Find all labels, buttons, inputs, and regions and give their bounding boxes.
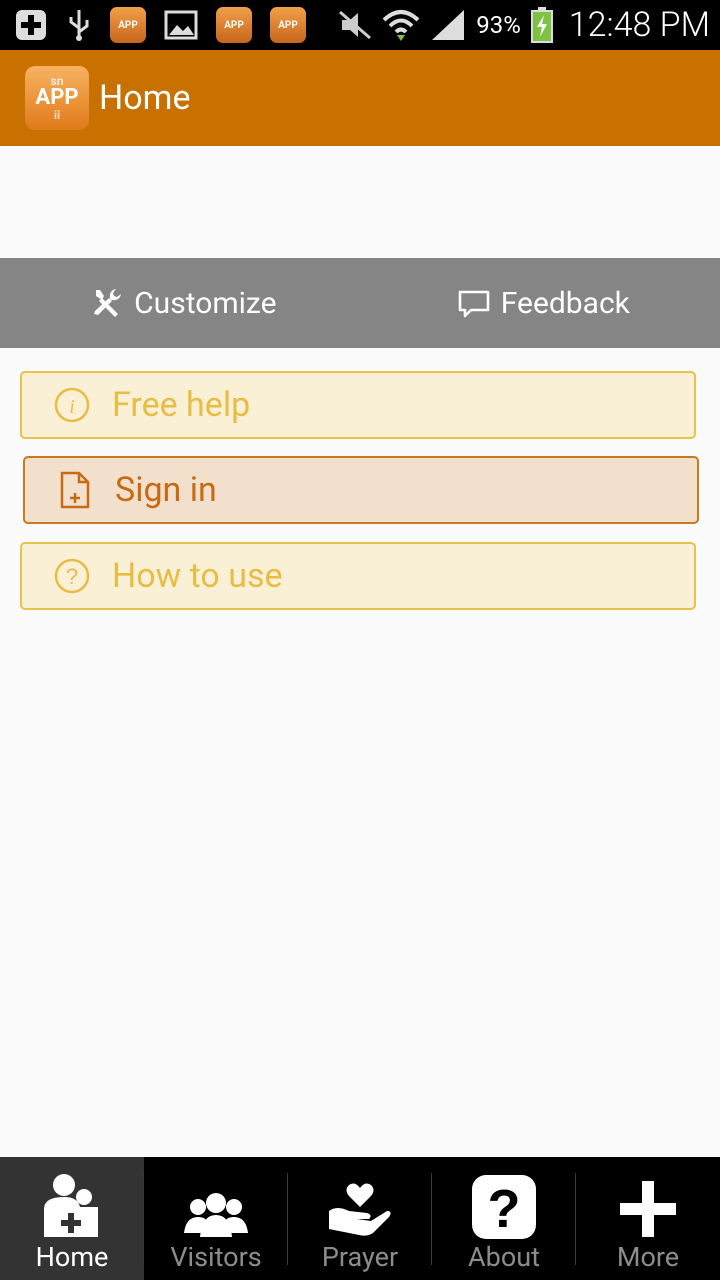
feedback-button[interactable]: Feedback	[457, 286, 630, 321]
add-box-icon	[16, 10, 46, 40]
nav-more[interactable]: More	[576, 1157, 720, 1280]
nav-home[interactable]: Home	[0, 1157, 144, 1280]
status-bar: APP APP APP 93% 12:48 PM	[0, 0, 720, 50]
nav-prayer[interactable]: Prayer	[288, 1157, 432, 1280]
question-icon: ?	[54, 558, 90, 594]
wifi-icon	[382, 10, 420, 41]
app-icon: APP	[110, 7, 146, 43]
how-to-use-button[interactable]: ? How to use	[20, 542, 696, 610]
info-icon: i	[54, 387, 90, 423]
nav-home-label: Home	[35, 1241, 109, 1273]
mute-icon	[339, 10, 372, 40]
svg-text:?: ?	[66, 564, 78, 589]
svg-text:?: ?	[488, 1179, 521, 1239]
heart-hand-icon	[327, 1165, 393, 1239]
nav-about-label: About	[468, 1241, 540, 1273]
app-logo-main: APP	[35, 85, 79, 110]
bottom-nav: Home Visitors Prayer ? About More	[0, 1157, 720, 1280]
app-icon: APP	[216, 7, 252, 43]
sign-in-label: Sign in	[115, 470, 217, 510]
app-logo-bottom: ii	[53, 108, 61, 122]
wrench-screwdriver-icon	[94, 289, 122, 317]
svg-text:i: i	[69, 396, 75, 418]
nav-about[interactable]: ? About	[432, 1157, 576, 1280]
nav-prayer-label: Prayer	[321, 1241, 399, 1273]
battery-charging-icon	[530, 7, 553, 43]
app-logo-top: sn	[50, 74, 64, 88]
nav-visitors-label: Visitors	[170, 1241, 262, 1273]
nav-visitors[interactable]: Visitors	[144, 1157, 288, 1280]
app-icon: APP	[270, 7, 306, 43]
action-bar: sn APP ii Home	[0, 50, 720, 146]
image-icon	[164, 10, 198, 40]
plus-icon	[618, 1165, 678, 1239]
home-church-icon	[42, 1165, 102, 1239]
app-logo[interactable]: sn APP ii	[25, 66, 89, 130]
nav-more-label: More	[616, 1241, 680, 1273]
customize-label: Customize	[134, 285, 277, 321]
document-add-icon	[57, 471, 93, 509]
sign-in-button[interactable]: Sign in	[23, 456, 699, 524]
feedback-label: Feedback	[500, 285, 630, 321]
speech-bubble-icon	[458, 290, 490, 318]
free-help-button[interactable]: i Free help	[20, 371, 696, 439]
people-icon	[184, 1165, 248, 1239]
page-title: Home	[99, 78, 191, 118]
toolbar: Customize Feedback	[0, 258, 720, 348]
customize-button[interactable]: Customize	[90, 286, 276, 321]
question-box-icon: ?	[472, 1165, 536, 1239]
signal-icon	[432, 10, 465, 40]
how-to-use-label: How to use	[112, 556, 283, 596]
clock: 12:48 PM	[568, 5, 710, 45]
battery-percent: 93%	[476, 11, 521, 39]
free-help-label: Free help	[112, 385, 251, 425]
usb-icon	[69, 10, 89, 41]
